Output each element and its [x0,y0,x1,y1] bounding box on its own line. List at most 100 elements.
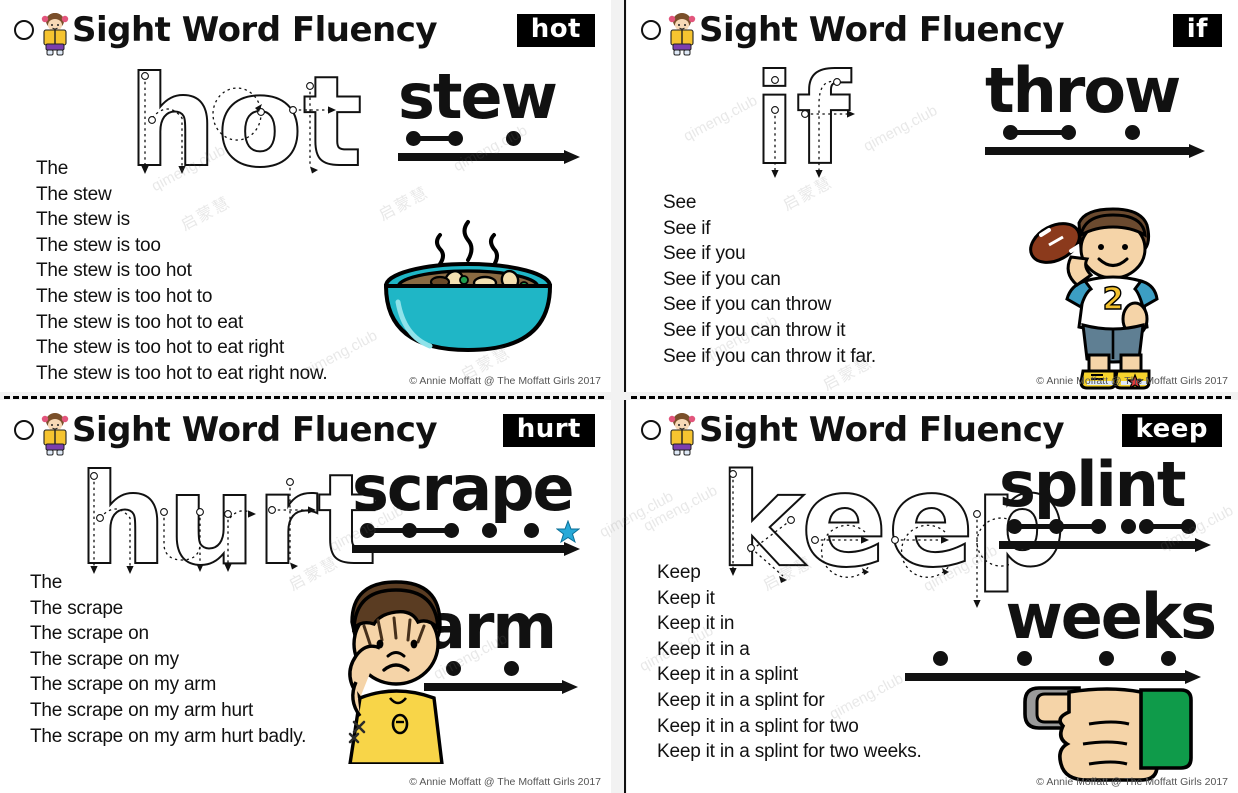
ladder-line: Keep it in a splint for two weeks. [657,741,922,763]
copyright-note: © Annie Moffatt @ The Moffatt Girls 2017 [409,375,601,387]
ladder-line: Keep it in a splint [657,664,798,686]
phonics-dot [1125,124,1140,140]
cut-line-left [4,396,604,399]
sight-word-chip: if [1172,14,1222,48]
phonics-dot [1121,518,1136,534]
page-title: Sight Word Fluency [72,410,438,450]
panel-edge-3 [624,0,626,392]
ladder-line: The scrape on my arm hurt badly. [30,725,307,747]
phonics-dot [1091,518,1106,534]
ladder-line: The scrape on [30,623,149,645]
hand-with-finger-splint-illustration [1005,670,1215,791]
sentence-ladder: The The stew The stew is The stew is too… [36,156,328,386]
bowl-of-stew-illustration [368,216,568,379]
phonics-dot [448,130,463,146]
ladder-line: The stew is too hot to [36,285,213,307]
worksheet-sheet: Sight Word Fluency hot hot The The stew … [0,0,1238,793]
trace-word-hurt: hurt [77,448,378,593]
ladder-line: The [36,158,69,179]
phonics-dots [985,123,1221,143]
phonics-dot [482,522,497,538]
ladder-line: Keep [657,562,701,583]
ladder-line: The [30,572,63,593]
phonics-dot [360,522,375,538]
boy-throwing-football-art: 2 [1027,205,1207,392]
phonics-dot [1003,124,1018,140]
phonics-dot [1181,518,1196,534]
phonics-word-scrape: scrape [352,452,597,557]
panel-if: Sight Word Fluency if if See See if See … [627,0,1238,392]
phonics-dots [905,649,1215,669]
girl-reading-icon [38,12,72,56]
circle-bullet-icon[interactable] [641,20,661,40]
phonics-dot [1099,650,1114,666]
ladder-line: The stew is too [36,234,161,256]
phonics-dot [1161,650,1176,666]
read-direction-arrow [999,537,1225,553]
page-title: Sight Word Fluency [72,10,438,50]
ladder-line: Keep it in [657,613,735,635]
panel-keep: Sight Word Fluency keep keep Keep Keep i… [627,400,1238,793]
phonics-dot [1049,518,1064,534]
phonics-dot [506,130,521,146]
phonics-dot [524,522,539,538]
phonics-word-throw: throw [985,54,1221,159]
phonics-dot [933,650,948,666]
circle-bullet-icon[interactable] [641,420,661,440]
phonics-dot [406,130,421,146]
phonics-dot [402,522,417,538]
boy-with-scraped-arm-illustration [330,572,470,769]
copyright-note: © Annie Moffatt @ The Moffatt Girls 2017 [409,776,601,788]
sight-word-chip: keep [1121,414,1222,448]
read-direction-arrow [352,541,597,557]
panel-hot: Sight Word Fluency hot hot The The stew … [0,0,611,392]
ladder-line: Keep it [657,587,715,609]
ladder-line: Keep it in a [657,638,750,660]
ladder-line: Keep it in a splint for two [657,715,859,737]
ladder-line: Keep it in a splint for [657,689,825,711]
svg-text:2: 2 [1103,282,1124,317]
ladder-line: The scrape on my arm [30,674,217,696]
phonics-dot [1007,518,1022,534]
ladder-line: The scrape on my [30,648,179,670]
panel-edge-4 [624,400,626,793]
ladder-line: The scrape [30,597,124,619]
sentence-ladder: The The scrape The scrape on The scrape … [30,570,306,749]
sight-word-chip: hot [516,14,595,48]
ladder-line: The scrape on my arm hurt [30,699,254,721]
girl-reading-icon [665,12,699,56]
ladder-line: The stew [36,183,112,205]
sight-word-chip: hurt [502,414,595,448]
phonics-dot [504,660,519,676]
circle-bullet-icon[interactable] [14,420,34,440]
phonics-link [1009,129,1069,135]
phonics-dot [1061,124,1076,140]
girl-reading-icon [38,412,72,456]
phonics-dots [398,129,588,149]
ladder-line: The stew is [36,209,130,231]
copyright-note: © Annie Moffatt @ The Moffatt Girls 2017 [1036,375,1228,387]
girl-reading-icon [665,412,699,456]
panel-hurt: Sight Word Fluency hurt hurt The The scr… [0,400,611,793]
phonics-dots [999,517,1225,537]
phonics-dots [352,519,597,544]
ladder-line: The stew is too hot to eat [36,311,244,333]
phonics-dot [1017,650,1032,666]
panel-header: Sight Word Fluency if [627,6,1238,56]
phonics-dot [444,522,459,538]
read-direction-arrow [985,143,1221,159]
phonics-word-text: splint [999,448,1187,521]
panel-header: Sight Word Fluency hot [0,6,611,56]
phonics-word-splint: splint [999,448,1225,553]
phonics-word-text: throw [985,54,1181,127]
ladder-line: The stew is too hot [36,260,192,282]
ladder-line: The stew is too hot to eat right now. [36,362,328,384]
phonics-word-text: weeks [1005,580,1217,653]
read-direction-arrow [398,149,588,165]
phonics-word-stew: stew [398,66,588,165]
phonics-dot [1139,518,1154,534]
copyright-note: © Annie Moffatt @ The Moffatt Girls 2017 [1036,776,1228,788]
phonics-word-text: scrape [352,452,575,525]
circle-bullet-icon[interactable] [14,20,34,40]
cut-line-right [631,396,1231,399]
